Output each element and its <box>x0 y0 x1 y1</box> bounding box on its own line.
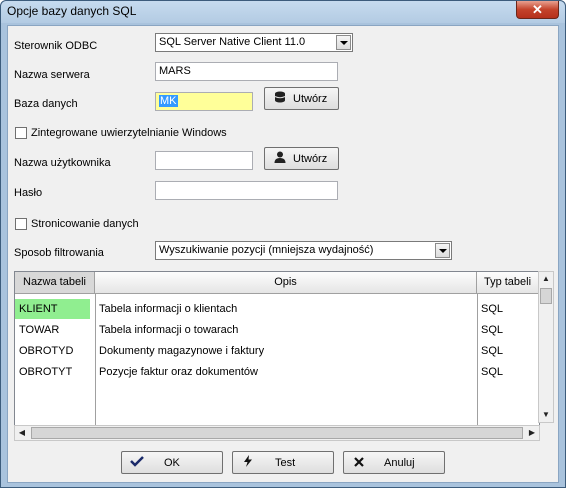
database-icon <box>271 91 289 106</box>
ok-icon <box>128 455 146 470</box>
scroll-down-icon[interactable]: ▼ <box>539 408 553 422</box>
username-field[interactable] <box>155 151 253 170</box>
filter-value: Wyszukiwanie pozycji (mniejsza wydajność… <box>159 244 374 256</box>
window-title: Opcje bazy danych SQL <box>7 4 137 18</box>
cancel-label: Anuluj <box>384 456 415 469</box>
lightning-icon <box>239 455 257 470</box>
filter-label: Sposob filtrowania <box>14 247 104 259</box>
password-label: Hasło <box>14 187 43 199</box>
username-label: Nazwa użytkownika <box>14 157 111 169</box>
cell-type: SQL <box>481 345 504 357</box>
cell-type: SQL <box>481 366 504 378</box>
create-user-label: Utwórz <box>293 152 328 165</box>
cell-name: KLIENT <box>15 299 90 319</box>
paging-label: Stronicowanie danych <box>31 218 139 230</box>
scroll-thumb[interactable] <box>31 427 523 439</box>
chevron-down-icon[interactable] <box>336 35 351 50</box>
cell-name: OBROTYD <box>19 345 74 357</box>
server-field[interactable]: MARS <box>155 62 338 81</box>
vertical-scrollbar[interactable]: ▲ ▼ <box>538 271 554 423</box>
create-database-label: Utwórz <box>293 92 328 105</box>
scroll-left-icon[interactable]: ◀ <box>15 426 29 440</box>
title-bar[interactable]: Opcje bazy danych SQL ✕ <box>1 1 565 23</box>
cell-description: Dokumenty magazynowe i faktury <box>99 345 265 357</box>
cell-type: SQL <box>481 303 504 315</box>
cell-name: OBROTYT <box>19 366 73 378</box>
filter-select[interactable]: Wyszukiwanie pozycji (mniejsza wydajność… <box>155 241 452 260</box>
windows-auth-checkbox[interactable] <box>15 127 27 139</box>
cell-description: Tabela informacji o towarach <box>99 324 239 336</box>
database-label: Baza danych <box>14 98 78 110</box>
server-label: Nazwa serwera <box>14 69 90 81</box>
test-button[interactable]: Test <box>232 451 334 474</box>
ok-label: OK <box>164 456 180 469</box>
column-header-type[interactable]: Typ tabeli <box>477 272 539 294</box>
odbc-driver-select[interactable]: SQL Server Native Client 11.0 <box>155 33 353 52</box>
cell-name: TOWAR <box>19 324 60 336</box>
close-icon <box>350 456 368 470</box>
dialog-content: Sterownik ODBC SQL Server Native Client … <box>7 25 559 483</box>
horizontal-scrollbar[interactable]: ◀ ▶ <box>14 425 540 441</box>
odbc-driver-value: SQL Server Native Client 11.0 <box>159 36 306 48</box>
cancel-button[interactable]: Anuluj <box>343 451 445 474</box>
cell-description: Tabela informacji o klientach <box>99 303 238 315</box>
close-window-button[interactable]: ✕ <box>516 1 559 19</box>
scroll-right-icon[interactable]: ▶ <box>525 426 539 440</box>
scroll-thumb[interactable] <box>540 288 552 304</box>
column-header-name[interactable]: Nazwa tabeli <box>15 272 95 294</box>
password-field[interactable] <box>155 181 338 200</box>
cell-type: SQL <box>481 324 504 336</box>
scroll-up-icon[interactable]: ▲ <box>539 272 553 286</box>
chevron-down-icon[interactable] <box>435 243 450 258</box>
dialog-window: Opcje bazy danych SQL ✕ Sterownik ODBC S… <box>0 0 566 488</box>
paging-checkbox[interactable] <box>15 218 27 230</box>
database-value: MK <box>159 95 178 107</box>
column-header-description[interactable]: Opis <box>95 272 477 294</box>
windows-auth-label: Zintegrowane uwierzytelnianie Windows <box>31 127 227 139</box>
create-user-button[interactable]: Utwórz <box>264 147 339 170</box>
ok-button[interactable]: OK <box>121 451 223 474</box>
odbc-label: Sterownik ODBC <box>14 40 98 52</box>
user-icon <box>271 151 289 166</box>
database-field[interactable]: MK <box>155 92 253 111</box>
tables-grid: Nazwa tabeli Opis Typ tabeli KLIENT Tabe… <box>14 271 540 441</box>
cell-description: Pozycje faktur oraz dokumentów <box>99 366 258 378</box>
create-database-button[interactable]: Utwórz <box>264 87 339 110</box>
test-label: Test <box>275 456 296 469</box>
